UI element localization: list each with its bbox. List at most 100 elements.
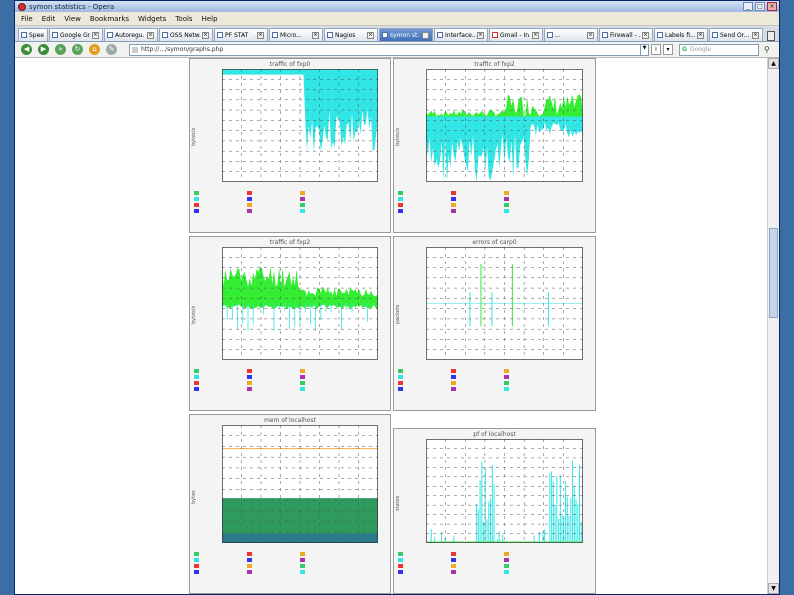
tab-6[interactable]: Nagios × bbox=[324, 28, 378, 41]
scroll-down-icon[interactable]: ▼ bbox=[768, 583, 779, 594]
graph-legend bbox=[398, 190, 557, 214]
tab-8[interactable]: Interface... × bbox=[434, 28, 488, 41]
legend-swatch bbox=[451, 558, 456, 562]
tab-13[interactable]: Send Or... × bbox=[709, 28, 763, 41]
page-icon bbox=[21, 32, 27, 38]
page-icon bbox=[547, 32, 553, 38]
legend-swatch bbox=[300, 570, 305, 574]
legend-swatch bbox=[504, 197, 509, 201]
menu-bookmarks[interactable]: Bookmarks bbox=[90, 15, 129, 23]
tab-close-icon[interactable]: × bbox=[147, 31, 154, 39]
binoculars-icon[interactable]: ⚲ bbox=[764, 45, 770, 54]
graph-title: traffic of fxp2 bbox=[474, 61, 515, 68]
legend-swatch bbox=[398, 558, 403, 562]
close-button[interactable]: × bbox=[767, 2, 777, 11]
home-icon[interactable]: ⌂ bbox=[89, 44, 100, 55]
legend-swatch bbox=[300, 191, 305, 195]
tab-close-icon[interactable]: × bbox=[752, 31, 759, 39]
tab-11[interactable]: Firewall - ...× bbox=[599, 28, 653, 41]
maximize-button[interactable]: □ bbox=[755, 2, 765, 11]
legend-swatch bbox=[194, 203, 199, 207]
tab-1[interactable]: Google Gr...× bbox=[49, 28, 103, 41]
legend-swatch bbox=[398, 387, 403, 391]
address-field[interactable]: http://.../symon/graphs.php ▼ bbox=[129, 43, 649, 56]
graph-panel: errors of carp0 packets bbox=[393, 236, 596, 411]
legend-swatch bbox=[247, 369, 252, 373]
legend-swatch bbox=[300, 564, 305, 568]
tab-4[interactable]: PF STAT × bbox=[214, 28, 268, 41]
tab-close-icon[interactable]: × bbox=[367, 31, 374, 39]
tab-12[interactable]: Labels fi... × bbox=[654, 28, 708, 41]
search-field[interactable]: G Google bbox=[679, 43, 759, 56]
legend-swatch bbox=[398, 552, 403, 556]
tab-close-icon[interactable]: × bbox=[92, 31, 99, 39]
legend-swatch bbox=[398, 375, 403, 379]
page-icon bbox=[272, 32, 278, 38]
scroll-thumb[interactable] bbox=[769, 228, 778, 318]
minimize-button[interactable]: _ bbox=[743, 2, 753, 11]
tab-9[interactable]: Gmail - In...× bbox=[489, 28, 543, 41]
legend-swatch bbox=[300, 209, 305, 213]
legend-swatch bbox=[300, 203, 305, 207]
edit-icon[interactable]: ✎ bbox=[106, 44, 117, 55]
tab-close-icon[interactable]: × bbox=[312, 31, 319, 39]
graph-y-label: packets bbox=[395, 304, 401, 324]
menu-edit[interactable]: Edit bbox=[42, 15, 56, 23]
legend-swatch bbox=[398, 209, 403, 213]
legend-swatch bbox=[451, 197, 456, 201]
menu-tools[interactable]: Tools bbox=[175, 15, 192, 23]
forward-icon[interactable]: ▶ bbox=[38, 44, 49, 55]
vertical-scrollbar[interactable]: ▲ ▼ bbox=[767, 58, 779, 594]
page-icon bbox=[162, 32, 168, 38]
tab-close-icon[interactable]: × bbox=[532, 31, 539, 39]
legend-swatch bbox=[194, 381, 199, 385]
menu-file[interactable]: File bbox=[21, 15, 33, 23]
page-icon bbox=[327, 32, 333, 38]
tab-close-icon[interactable]: × bbox=[422, 31, 429, 39]
tab-close-icon[interactable]: × bbox=[642, 31, 649, 39]
tab-close-icon[interactable]: × bbox=[477, 31, 484, 39]
back-icon[interactable]: ◀ bbox=[21, 44, 32, 55]
tab-5[interactable]: Micro... × bbox=[269, 28, 323, 41]
legend-swatch bbox=[504, 558, 509, 562]
address-dropdown-icon[interactable]: ▼ bbox=[640, 44, 648, 55]
legend-swatch bbox=[247, 209, 252, 213]
legend-swatch bbox=[398, 369, 403, 373]
reload-icon[interactable]: ↻ bbox=[72, 44, 83, 55]
legend-swatch bbox=[194, 564, 199, 568]
opera-icon bbox=[18, 2, 26, 11]
legend-swatch bbox=[504, 387, 509, 391]
fast-forward-icon[interactable]: » bbox=[55, 44, 66, 55]
tab-7[interactable]: symon st... × bbox=[379, 28, 433, 41]
legend-swatch bbox=[504, 375, 509, 379]
tab-close-icon[interactable]: × bbox=[202, 31, 209, 39]
tab-0[interactable]: Speed Dial bbox=[18, 28, 48, 41]
legend-swatch bbox=[504, 570, 509, 574]
legend-swatch bbox=[194, 558, 199, 562]
tab-close-icon[interactable]: × bbox=[587, 31, 594, 39]
menu-widgets[interactable]: Widgets bbox=[138, 15, 166, 23]
page-content: traffic of fxp0 bytes/s traffic of fxp2 byt… bbox=[15, 58, 767, 594]
address-value[interactable]: http://.../symon/graphs.php bbox=[141, 46, 640, 53]
menu-help[interactable]: Help bbox=[202, 15, 218, 23]
legend-swatch bbox=[194, 209, 199, 213]
legend-swatch bbox=[451, 381, 456, 385]
legend-swatch bbox=[504, 369, 509, 373]
tab-close-icon[interactable]: × bbox=[697, 31, 704, 39]
graph-y-label: bytes/s bbox=[191, 127, 197, 146]
tab-label: Gmail - In... bbox=[500, 31, 530, 39]
legend-row bbox=[194, 386, 353, 392]
graph-y-label: bytes/s bbox=[395, 127, 401, 146]
legend-swatch bbox=[247, 191, 252, 195]
trash-icon[interactable] bbox=[767, 31, 775, 41]
scroll-up-icon[interactable]: ▲ bbox=[768, 58, 779, 69]
tab-2[interactable]: Autoregu... × bbox=[104, 28, 158, 41]
tab-3[interactable]: OSS Netw...× bbox=[159, 28, 213, 41]
tab-label: Send Or... bbox=[720, 31, 750, 39]
info-icon[interactable]: i bbox=[651, 44, 661, 55]
legend-swatch bbox=[194, 197, 199, 201]
tab-10[interactable]: ... × bbox=[544, 28, 598, 41]
tab-close-icon[interactable]: × bbox=[257, 31, 264, 39]
dropdown-icon[interactable]: ▾ bbox=[663, 44, 673, 55]
menu-view[interactable]: View bbox=[64, 15, 81, 23]
